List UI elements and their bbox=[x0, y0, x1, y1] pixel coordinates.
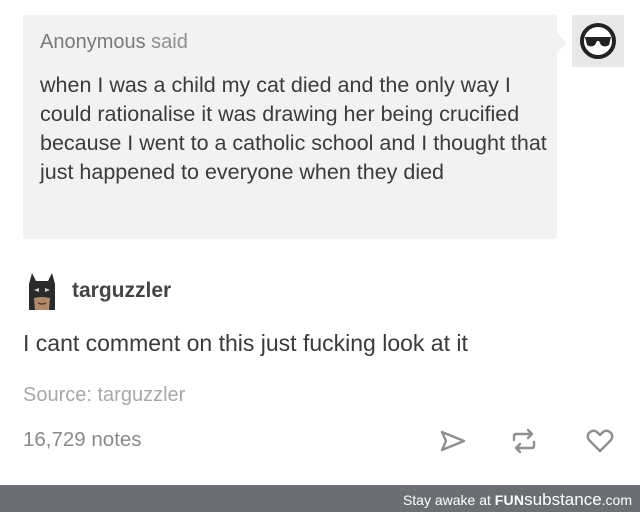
asker-said-label: said bbox=[145, 31, 188, 53]
ask-question-text: when I was a child my cat died and the o… bbox=[40, 73, 547, 184]
heart-icon bbox=[586, 429, 614, 453]
reblog-arrows-icon bbox=[512, 428, 536, 454]
watermark-banner: Stay awake at FUNsubstance.com bbox=[0, 485, 640, 512]
watermark-brand-fun: FUN bbox=[494, 492, 525, 508]
watermark-brand-domain: .com bbox=[601, 492, 632, 508]
asker-line: Anonymous said bbox=[40, 31, 188, 54]
source-link[interactable]: Source: targuzzler bbox=[23, 384, 185, 407]
sunglasses-face-icon bbox=[580, 23, 616, 59]
ask-box: Anonymous said when I was a child my cat… bbox=[23, 15, 567, 239]
watermark-brand-substance: substance bbox=[524, 490, 602, 509]
anonymous-avatar bbox=[572, 15, 624, 67]
responder-avatar[interactable] bbox=[23, 270, 61, 310]
batman-avatar-icon bbox=[23, 270, 61, 310]
notes-count[interactable]: 16,729 notes bbox=[23, 428, 142, 452]
response-text: I cant comment on this just fucking look… bbox=[23, 330, 468, 356]
reblog-button[interactable] bbox=[507, 424, 541, 458]
share-button[interactable] bbox=[436, 424, 470, 458]
responder-username[interactable]: targuzzler bbox=[72, 279, 171, 303]
watermark-prefix: Stay awake at bbox=[402, 492, 495, 508]
like-button[interactable] bbox=[583, 424, 617, 458]
asker-name[interactable]: Anonymous bbox=[40, 31, 146, 53]
watermark-text: Stay awake at FUNsubstance.com bbox=[403, 490, 632, 510]
paper-plane-icon bbox=[440, 430, 466, 452]
